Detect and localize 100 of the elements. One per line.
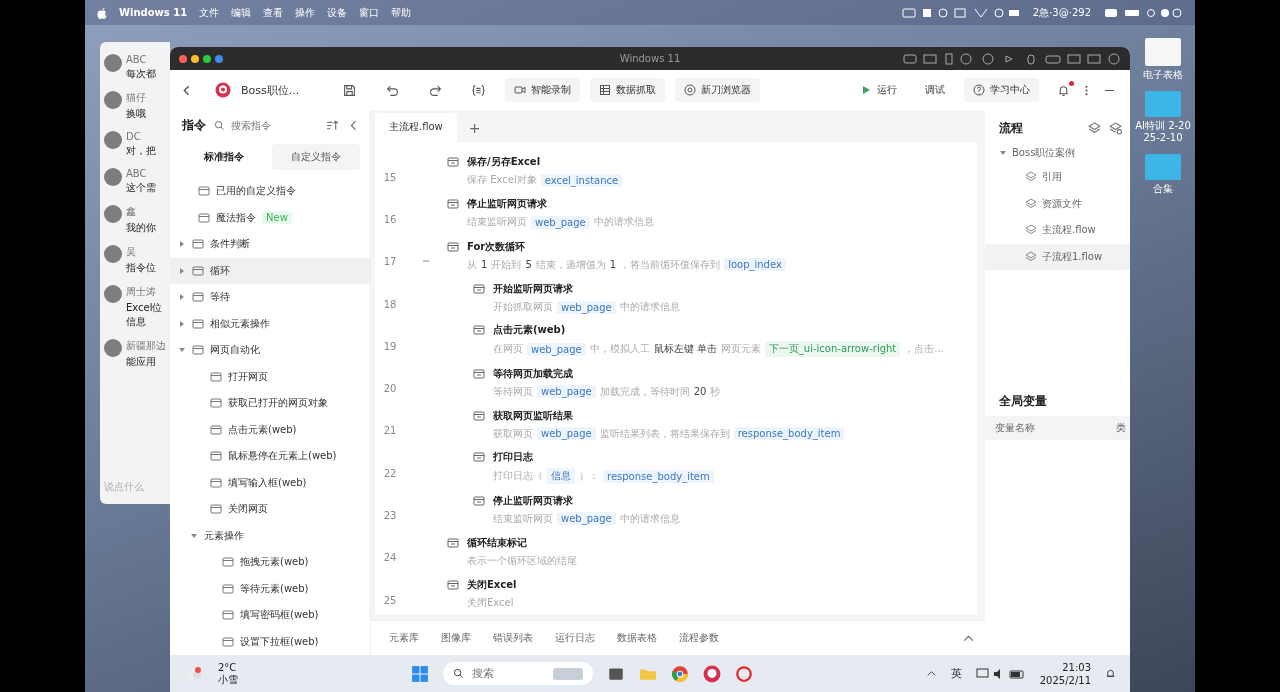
- menu-item[interactable]: Windows 11: [119, 7, 188, 18]
- search-field[interactable]: 搜索指令: [214, 118, 318, 132]
- new-badge: New: [262, 211, 292, 225]
- flow-file-item[interactable]: 子流程1.flow: [985, 243, 1130, 270]
- menu-item[interactable]: 设备: [327, 5, 348, 20]
- learning-center-button[interactable]: 学习中心: [964, 78, 1039, 102]
- step-title[interactable]: 打印日志: [493, 450, 714, 465]
- menu-item[interactable]: 帮助: [391, 5, 412, 20]
- bell-icon[interactable]: [1105, 668, 1116, 679]
- command-item[interactable]: 已用的自定义指令: [170, 178, 370, 205]
- apple-icon[interactable]: [97, 6, 107, 19]
- command-item[interactable]: 网页自动化: [170, 337, 370, 364]
- clock-time[interactable]: 21:03: [1062, 660, 1091, 674]
- layers-add-icon[interactable]: [1109, 121, 1122, 135]
- flow-file-item[interactable]: 资源文件: [985, 190, 1130, 217]
- command-item[interactable]: 魔法指令 New: [170, 204, 370, 231]
- command-item[interactable]: 等待: [170, 284, 370, 311]
- command-item[interactable]: 条件判断: [170, 231, 370, 258]
- menu-item[interactable]: 查看: [263, 5, 284, 20]
- command-item[interactable]: 填写密码框(web): [170, 602, 370, 629]
- command-item[interactable]: 相似元素操作: [170, 310, 370, 337]
- line-number: 21: [382, 424, 398, 437]
- toolbar-button[interactable]: 新刀浏览器: [675, 78, 761, 102]
- control-center-icons[interactable]: [1103, 6, 1183, 19]
- command-item[interactable]: 填写输入框(web): [170, 469, 370, 496]
- step-description: 1: [481, 259, 488, 271]
- step-title[interactable]: 等待网页加载完成: [493, 366, 721, 381]
- vm-toolbar-icons[interactable]: [902, 52, 1122, 65]
- window-icon: [222, 556, 234, 569]
- step-title[interactable]: For次数循环: [467, 239, 786, 254]
- status-icons[interactable]: [900, 6, 1021, 19]
- redo-icon[interactable]: [429, 83, 443, 97]
- command-item[interactable]: 循环: [170, 257, 370, 284]
- layers-icon[interactable]: [1088, 121, 1101, 135]
- input-method-indicator[interactable]: 英: [950, 666, 962, 681]
- step-title[interactable]: 停止监听网页请求: [467, 197, 654, 212]
- step-title[interactable]: 开始监听网页请求: [493, 282, 680, 297]
- debug-button[interactable]: 调试: [916, 78, 954, 102]
- flow-file-item[interactable]: 主流程.flow: [985, 217, 1130, 244]
- undo-icon[interactable]: [386, 83, 400, 97]
- step-description: 在网页: [493, 342, 523, 357]
- command-item[interactable]: 关闭网页: [170, 496, 370, 523]
- menu-item[interactable]: 编辑: [231, 5, 252, 20]
- file-thumbnail[interactable]: [1145, 91, 1181, 117]
- braces-list-icon[interactable]: [472, 83, 486, 97]
- command-item[interactable]: 点击元素(web): [170, 416, 370, 443]
- step-title[interactable]: 停止监听网页请求: [493, 493, 680, 508]
- bottom-tab[interactable]: 流程参数: [677, 627, 721, 649]
- command-item[interactable]: 等待元素(web): [170, 575, 370, 602]
- windows-start-icon[interactable]: [410, 664, 429, 683]
- bell-icon[interactable]: [1057, 83, 1070, 97]
- message-preview: 我的你: [126, 221, 156, 235]
- desktop-icon-label[interactable]: 电子表格: [1143, 69, 1183, 81]
- step-icon: [447, 156, 459, 169]
- bottom-tab[interactable]: 图像库: [439, 627, 473, 649]
- weather-cloud-icon[interactable]: [184, 665, 204, 682]
- bottom-tab[interactable]: 元素库: [387, 627, 421, 649]
- window-controls-icon[interactable]: [178, 53, 224, 64]
- step-title[interactable]: 保存/另存Excel: [467, 155, 623, 170]
- clock-date[interactable]: 2025/2/11: [1039, 673, 1091, 687]
- command-item[interactable]: 打开网页: [170, 363, 370, 390]
- desktop-icon-label[interactable]: 合集: [1153, 183, 1173, 195]
- ring-icon[interactable]: [734, 664, 753, 683]
- command-item[interactable]: 元素操作: [170, 522, 370, 549]
- window-icon: [210, 423, 222, 436]
- step-title[interactable]: 获取网页监听结果: [493, 408, 845, 423]
- command-item[interactable]: 鼠标悬停在元素上(web): [170, 443, 370, 470]
- step-title[interactable]: 关闭Excel: [467, 578, 517, 593]
- file-tab[interactable]: 主流程.flow: [375, 113, 457, 143]
- step-description: ，点击...: [904, 342, 944, 357]
- bottom-tab[interactable]: 错误列表: [491, 627, 535, 649]
- command-item[interactable]: 获取已打开的网页对象: [170, 390, 370, 417]
- desktop-icon-label[interactable]: AI特训 2-2025-2-10: [1132, 120, 1194, 144]
- step-title[interactable]: 循环结束标记: [467, 535, 577, 550]
- bottom-tab[interactable]: 运行日志: [553, 627, 597, 649]
- menu-item[interactable]: 操作: [295, 5, 316, 20]
- bottom-tab[interactable]: 数据表格: [615, 627, 659, 649]
- add-tab-button[interactable]: +: [462, 119, 487, 137]
- toolbar-button[interactable]: 智能录制: [505, 78, 581, 102]
- command-item[interactable]: 设置下拉框(web): [170, 628, 370, 655]
- file-thumbnail[interactable]: [1145, 38, 1181, 66]
- project-tree-item[interactable]: Boss职位案例: [985, 138, 1130, 164]
- app-logo-icon[interactable]: [702, 664, 721, 683]
- panel-title: 流程: [999, 119, 1023, 137]
- flow-file-item[interactable]: 引用: [985, 164, 1130, 191]
- menu-item[interactable]: 文件: [199, 5, 220, 20]
- project-name[interactable]: Boss职位...: [241, 82, 300, 98]
- command-item[interactable]: 拖拽元素(web): [170, 549, 370, 576]
- file-thumbnail[interactable]: [1145, 154, 1181, 180]
- step-title[interactable]: 点击元素(web): [493, 323, 944, 338]
- tab[interactable]: 自定义指令: [272, 144, 360, 170]
- chevron-up-icon[interactable]: [925, 668, 937, 679]
- browser-icon[interactable]: [670, 664, 689, 683]
- save-icon[interactable]: [343, 83, 357, 97]
- tray-icons[interactable]: [975, 666, 1026, 681]
- sort-icon[interactable]: [326, 118, 339, 132]
- menu-item[interactable]: 窗口: [359, 5, 380, 20]
- run-button[interactable]: 运行: [851, 78, 906, 102]
- toolbar-button[interactable]: 数据抓取: [590, 78, 666, 102]
- taskbar-search-field[interactable]: 搜索: [469, 666, 524, 681]
